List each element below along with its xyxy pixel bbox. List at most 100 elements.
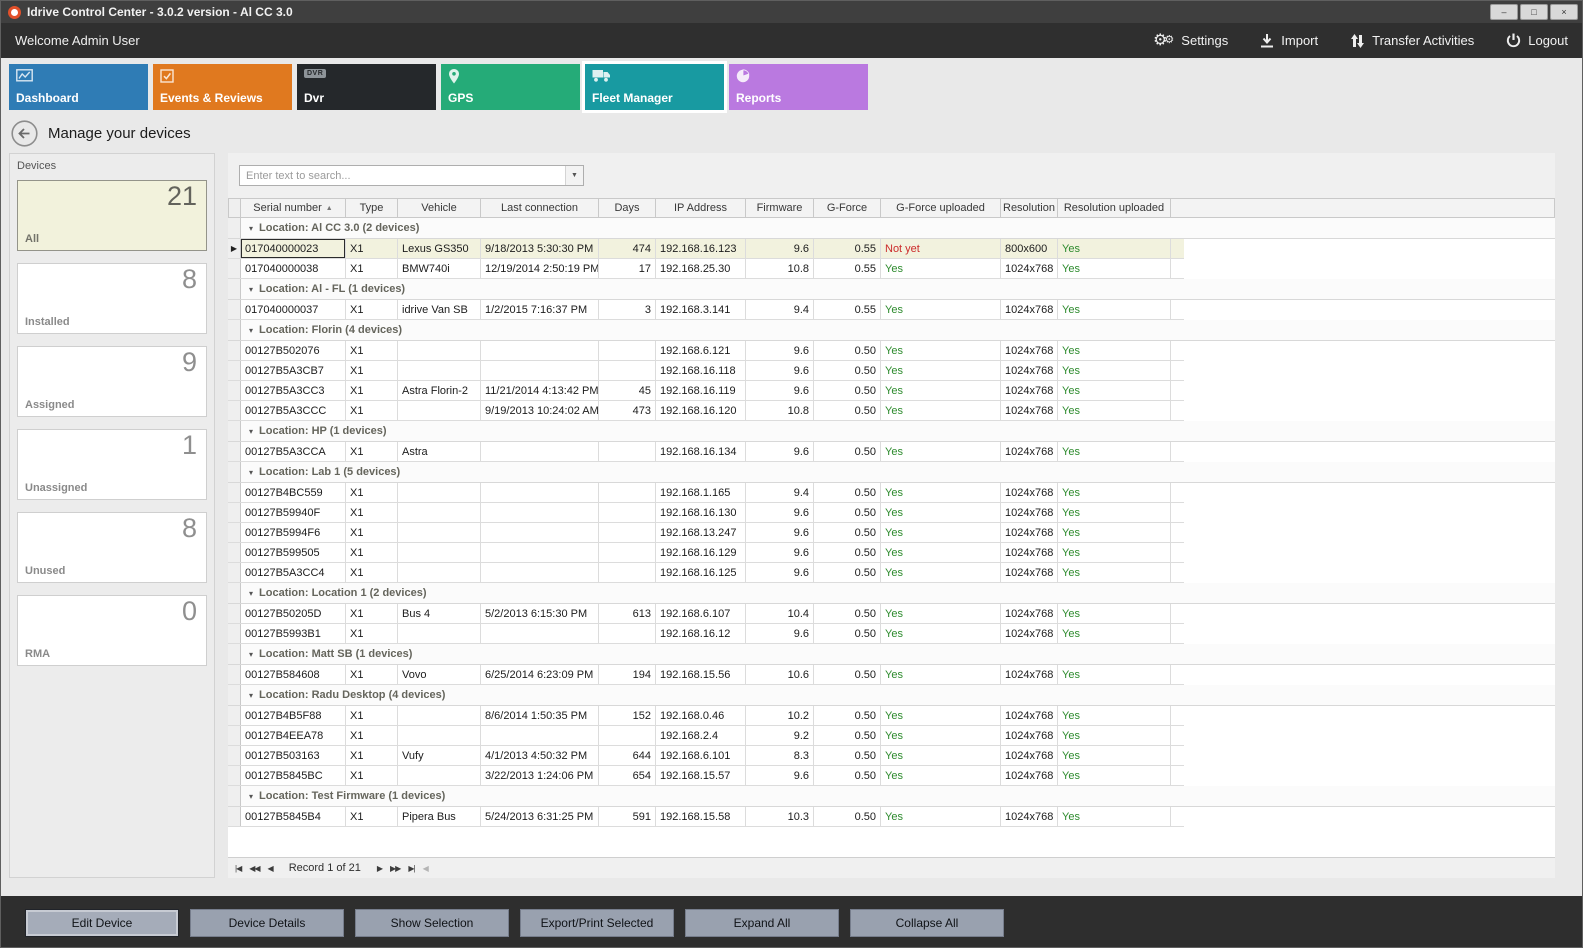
transfer-activities-button[interactable]: Transfer Activities: [1350, 33, 1474, 48]
column-label: Firmware: [757, 202, 803, 214]
device-filter-card-rma[interactable]: 0RMA: [17, 595, 207, 666]
column-header-ip-address[interactable]: IP Address: [656, 198, 746, 218]
device-filter-card-unassigned[interactable]: 1Unassigned: [17, 429, 207, 500]
last-record-button[interactable]: ▶|: [408, 864, 414, 873]
device-row[interactable]: 00127B4EEA78X1192.168.2.49.20.50Yes1024x…: [228, 726, 1184, 746]
collapse-icon: ▾: [249, 589, 253, 598]
device-filter-card-assigned[interactable]: 9Assigned: [17, 346, 207, 417]
column-header-resolution-uploaded[interactable]: Resolution uploaded: [1058, 198, 1171, 218]
export-print-selected-button[interactable]: Export/Print Selected: [520, 909, 674, 937]
next-record-button[interactable]: ▶: [377, 864, 382, 873]
cell-days: 194: [599, 665, 656, 684]
group-row[interactable]: ▾Location: Test Firmware (1 devices): [228, 786, 1555, 807]
device-filter-card-all[interactable]: 21All: [17, 180, 207, 251]
pager-left: |◀◀◀◀: [235, 864, 273, 873]
column-header-firmware[interactable]: Firmware: [746, 198, 814, 218]
column-header-type[interactable]: Type: [346, 198, 398, 218]
column-header-g-force[interactable]: G-Force: [814, 198, 881, 218]
minimize-button[interactable]: –: [1490, 4, 1518, 20]
device-row[interactable]: 00127B5994F6X1192.168.13.2479.60.50Yes10…: [228, 523, 1184, 543]
device-row[interactable]: 00127B5A3CC4X1192.168.16.1259.60.50Yes10…: [228, 563, 1184, 583]
column-header-last-connection[interactable]: Last connection: [481, 198, 599, 218]
group-row[interactable]: ▾Location: Radu Desktop (4 devices): [228, 685, 1555, 706]
device-row[interactable]: 00127B5A3CB7X1192.168.16.1189.60.50Yes10…: [228, 361, 1184, 381]
device-row[interactable]: 00127B4B5F88X18/6/2014 1:50:35 PM152192.…: [228, 706, 1184, 726]
device-row[interactable]: 00127B59940FX1192.168.16.1309.60.50Yes10…: [228, 503, 1184, 523]
device-row[interactable]: 00127B5A3CCAX1Astra192.168.16.1349.60.50…: [228, 442, 1184, 462]
device-row[interactable]: 00127B502076X1192.168.6.1219.60.50Yes102…: [228, 341, 1184, 361]
cell-g-force-uploaded: Yes: [881, 766, 1001, 785]
tab-fleet-manager[interactable]: Fleet Manager: [585, 64, 724, 110]
search-dropdown-icon[interactable]: ▼: [565, 166, 583, 185]
close-button[interactable]: ×: [1550, 4, 1578, 20]
prev-page-button[interactable]: ◀◀: [249, 864, 259, 873]
prev-edit-button: ◀: [423, 864, 428, 873]
group-row[interactable]: ▾Location: Location 1 (2 devices): [228, 583, 1555, 604]
device-row[interactable]: 00127B5A3CCCX19/19/2013 10:24:02 AM47319…: [228, 401, 1184, 421]
first-record-button[interactable]: |◀: [235, 864, 241, 873]
device-row[interactable]: 00127B50205DX1Bus 45/2/2013 6:15:30 PM61…: [228, 604, 1184, 624]
column-header-serial-number[interactable]: Serial number▲: [241, 198, 346, 218]
prev-record-button[interactable]: ◀: [268, 864, 273, 873]
import-button[interactable]: Import: [1260, 33, 1318, 48]
show-selection-button[interactable]: Show Selection: [355, 909, 509, 937]
tab-events-reviews[interactable]: Events & Reviews: [153, 64, 292, 110]
device-filter-card-unused[interactable]: 8Unused: [17, 512, 207, 583]
column-header-resolution[interactable]: Resolution: [1001, 198, 1058, 218]
group-row[interactable]: ▾Location: Al CC 3.0 (2 devices): [228, 218, 1555, 239]
group-row[interactable]: ▾Location: Al - FL (1 devices): [228, 279, 1555, 300]
card-count: 8: [182, 264, 197, 295]
group-row[interactable]: ▾Location: Matt SB (1 devices): [228, 644, 1555, 665]
cell-firmware: 9.6: [746, 503, 814, 522]
column-header-g-force-uploaded[interactable]: G-Force uploaded: [881, 198, 1001, 218]
back-button[interactable]: [11, 120, 38, 147]
device-row[interactable]: 017040000038X1BMW740i12/19/2014 2:50:19 …: [228, 259, 1184, 279]
group-label: Location: Matt SB (1 devices): [259, 648, 412, 660]
maximize-button[interactable]: □: [1520, 4, 1548, 20]
device-row[interactable]: 00127B584608X1Vovo6/25/2014 6:23:09 PM19…: [228, 665, 1184, 685]
cell-days: [599, 543, 656, 562]
settings-button[interactable]: ⚙⚙Settings: [1153, 33, 1228, 49]
column-label: Days: [614, 202, 639, 214]
column-header-vehicle[interactable]: Vehicle: [398, 198, 481, 218]
cell-vehicle: [398, 503, 481, 522]
expand-all-button[interactable]: Expand All: [685, 909, 839, 937]
device-filter-card-installed[interactable]: 8Installed: [17, 263, 207, 334]
column-header-days[interactable]: Days: [599, 198, 656, 218]
device-row[interactable]: 00127B599505X1192.168.16.1299.60.50Yes10…: [228, 543, 1184, 563]
import-label: Import: [1281, 33, 1318, 48]
device-details-button[interactable]: Device Details: [190, 909, 344, 937]
tab-dvr[interactable]: DVRDvr: [297, 64, 436, 110]
device-row[interactable]: ▶017040000023X1Lexus GS3509/18/2013 5:30…: [228, 239, 1184, 259]
cell-type: X1: [346, 563, 398, 582]
search-input[interactable]: [240, 166, 565, 185]
edit-device-button[interactable]: Edit Device: [25, 909, 179, 937]
device-row[interactable]: 00127B5845B4X1Pipera Bus5/24/2013 6:31:2…: [228, 807, 1184, 827]
group-row[interactable]: ▾Location: Lab 1 (5 devices): [228, 462, 1555, 483]
cell-last-connection: [481, 624, 599, 643]
collapse-all-button[interactable]: Collapse All: [850, 909, 1004, 937]
device-row[interactable]: 017040000037X1idrive Van SB1/2/2015 7:16…: [228, 300, 1184, 320]
device-row[interactable]: 00127B503163X1Vufy4/1/2013 4:50:32 PM644…: [228, 746, 1184, 766]
cell-type: X1: [346, 543, 398, 562]
logout-button[interactable]: Logout: [1506, 33, 1568, 48]
group-row[interactable]: ▾Location: HP (1 devices): [228, 421, 1555, 442]
cell-resolution-uploaded: Yes: [1058, 746, 1171, 765]
tab-dashboard[interactable]: Dashboard: [9, 64, 148, 110]
device-row[interactable]: 00127B4BC559X1192.168.1.1659.40.50Yes102…: [228, 483, 1184, 503]
cell-resolution: 1024x768: [1001, 746, 1058, 765]
device-row[interactable]: 00127B5993B1X1192.168.16.129.60.50Yes102…: [228, 624, 1184, 644]
cell-ip: 192.168.13.247: [656, 523, 746, 542]
row-indicator: [228, 624, 241, 643]
cell-firmware: 9.4: [746, 483, 814, 502]
tab-reports[interactable]: Reports: [729, 64, 868, 110]
cell-days: 654: [599, 766, 656, 785]
cell-ip: 192.168.6.107: [656, 604, 746, 623]
cell-g-force-uploaded: Yes: [881, 341, 1001, 360]
group-row[interactable]: ▾Location: Florin (4 devices): [228, 320, 1555, 341]
device-row[interactable]: 00127B5845BCX13/22/2013 1:24:06 PM654192…: [228, 766, 1184, 786]
cell-serial: 017040000037: [241, 300, 346, 319]
next-page-button[interactable]: ▶▶: [390, 864, 400, 873]
device-row[interactable]: 00127B5A3CC3X1Astra Florin-211/21/2014 4…: [228, 381, 1184, 401]
tab-gps[interactable]: GPS: [441, 64, 580, 110]
